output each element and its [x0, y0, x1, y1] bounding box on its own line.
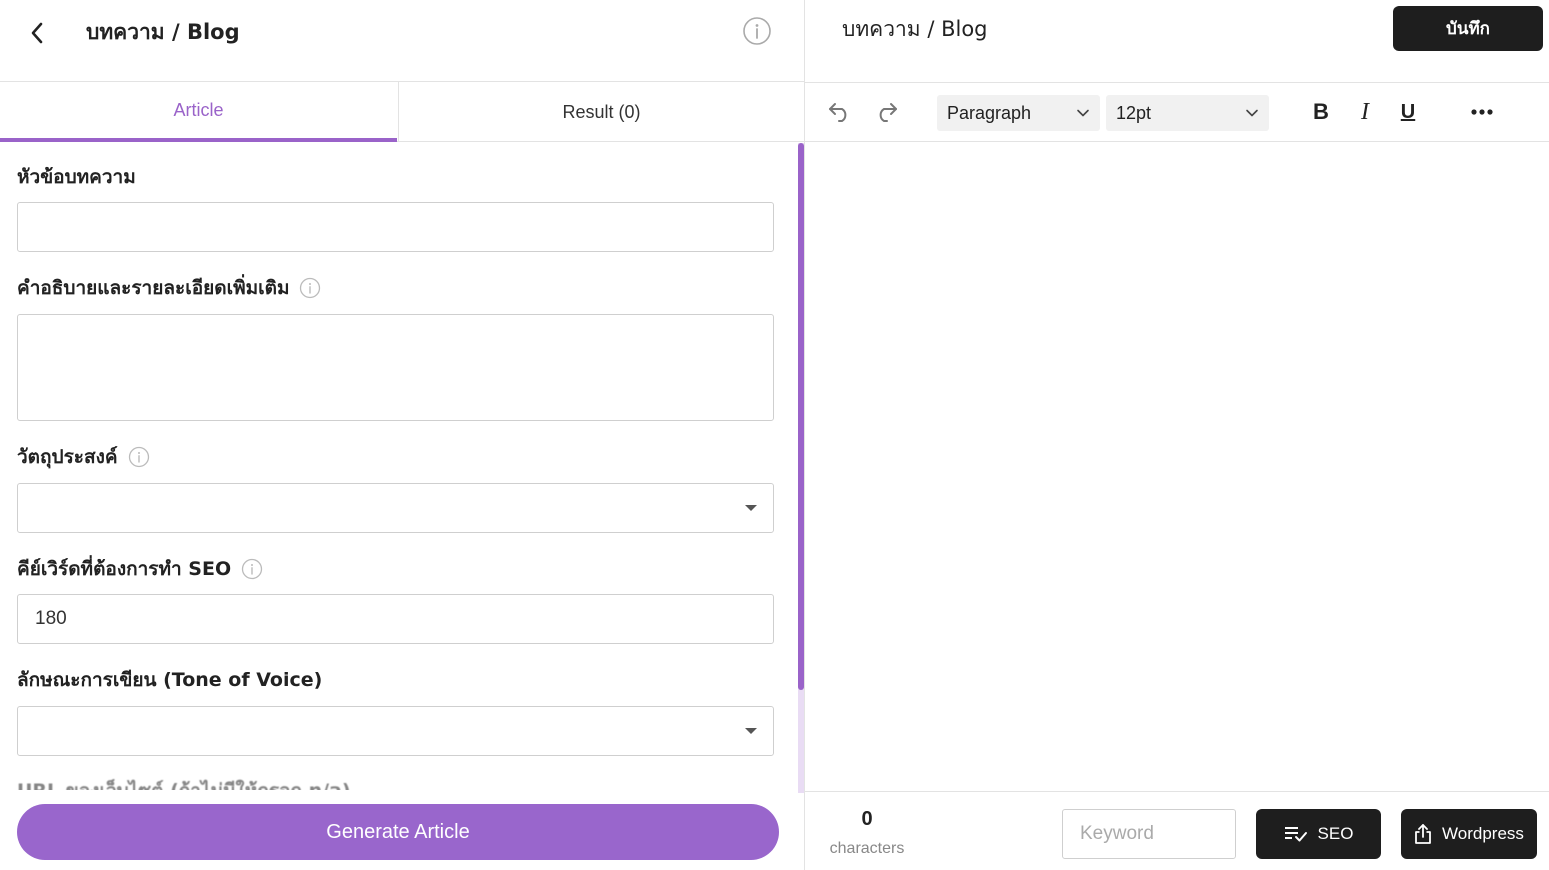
topic-input[interactable]: [17, 202, 774, 252]
editor-panel: บทความ / Blog บันทึก Paragraph 12pt B I …: [805, 0, 1549, 870]
scrollbar-thumb[interactable]: [798, 143, 804, 690]
generate-article-button[interactable]: Generate Article: [17, 804, 779, 860]
tone-select[interactable]: [17, 706, 774, 756]
redo-button[interactable]: [871, 97, 901, 127]
wordpress-button[interactable]: Wordpress: [1401, 809, 1537, 859]
undo-button[interactable]: [825, 97, 855, 127]
editor-footer: 0 characters Keyword SEO Wordpress: [805, 791, 1549, 870]
info-circle-icon[interactable]: [299, 277, 321, 299]
redo-icon: [879, 103, 897, 122]
left-header: บทความ / Blog: [0, 0, 804, 82]
bold-button[interactable]: B: [1306, 97, 1336, 127]
save-button[interactable]: บันทึก: [1393, 6, 1543, 51]
back-button[interactable]: [22, 18, 52, 48]
chevron-left-icon: [31, 22, 43, 44]
tab-bar: Article Result (0): [0, 82, 804, 142]
topic-label-text: หัวข้อบทความ: [17, 166, 136, 188]
share-upload-icon: [1414, 824, 1432, 844]
objective-label-text: วัตถุประสงค์: [17, 446, 118, 468]
keywords-label-text: คีย์เวิร์ดที่ต้องการทำ SEO: [17, 558, 232, 580]
seo-button-label: SEO: [1317, 824, 1354, 843]
info-circle-icon[interactable]: [241, 558, 263, 580]
description-textarea[interactable]: [17, 314, 774, 421]
page-title: บทความ / Blog: [86, 20, 240, 44]
info-button[interactable]: [742, 16, 772, 46]
checklist-icon: [1284, 826, 1308, 842]
editor-title: บทความ / Blog: [842, 17, 988, 41]
description-label-text: คำอธิบายและรายละเอียดเพิ่มเติม: [17, 277, 290, 299]
font-size-value: 12pt: [1116, 102, 1152, 123]
keywords-label: คีย์เวิร์ดที่ต้องการทำ SEO: [17, 556, 263, 582]
tone-label: ลักษณะการเขียน (Tone of Voice): [17, 667, 322, 693]
character-count-label: characters: [829, 840, 905, 857]
italic-button[interactable]: I: [1350, 97, 1380, 127]
undo-icon: [829, 103, 847, 122]
article-form: หัวข้อบทความ คำอธิบายและรายละเอียดเพิ่มเ…: [0, 143, 798, 793]
more-options-button[interactable]: [1467, 97, 1497, 127]
seo-button[interactable]: SEO: [1256, 809, 1381, 859]
block-format-value: Paragraph: [947, 102, 1032, 123]
tab-result[interactable]: Result (0): [398, 82, 804, 142]
editor-content-area[interactable]: [805, 143, 1549, 791]
keyword-input[interactable]: Keyword: [1062, 809, 1236, 859]
more-horizontal-icon: [1471, 109, 1493, 115]
tone-label-text: ลักษณะการเขียน (Tone of Voice): [17, 669, 323, 691]
info-circle-icon: [743, 17, 771, 45]
character-count: 0: [861, 808, 873, 830]
wordpress-button-label: Wordpress: [1442, 824, 1524, 843]
objective-select[interactable]: [17, 483, 774, 533]
description-label: คำอธิบายและรายละเอียดเพิ่มเติม: [17, 275, 321, 301]
chevron-down-icon: [1246, 109, 1258, 117]
chevron-down-icon: [1077, 109, 1089, 117]
caret-down-icon: [745, 505, 757, 511]
block-format-select[interactable]: Paragraph: [937, 95, 1100, 131]
editor-toolbar: Paragraph 12pt B I U: [805, 82, 1549, 142]
objective-label: วัตถุประสงค์: [17, 444, 150, 470]
topic-label: หัวข้อบทความ: [17, 164, 136, 190]
caret-down-icon: [745, 728, 757, 734]
font-size-select[interactable]: 12pt: [1106, 95, 1269, 131]
keywords-input[interactable]: 180: [17, 594, 774, 644]
generate-bar: Generate Article: [0, 790, 798, 870]
info-circle-icon[interactable]: [128, 446, 150, 468]
underline-button[interactable]: U: [1393, 97, 1423, 127]
tab-article[interactable]: Article: [0, 82, 397, 142]
article-form-panel: บทความ / Blog Article Result (0) หัวข้อบ…: [0, 0, 805, 870]
